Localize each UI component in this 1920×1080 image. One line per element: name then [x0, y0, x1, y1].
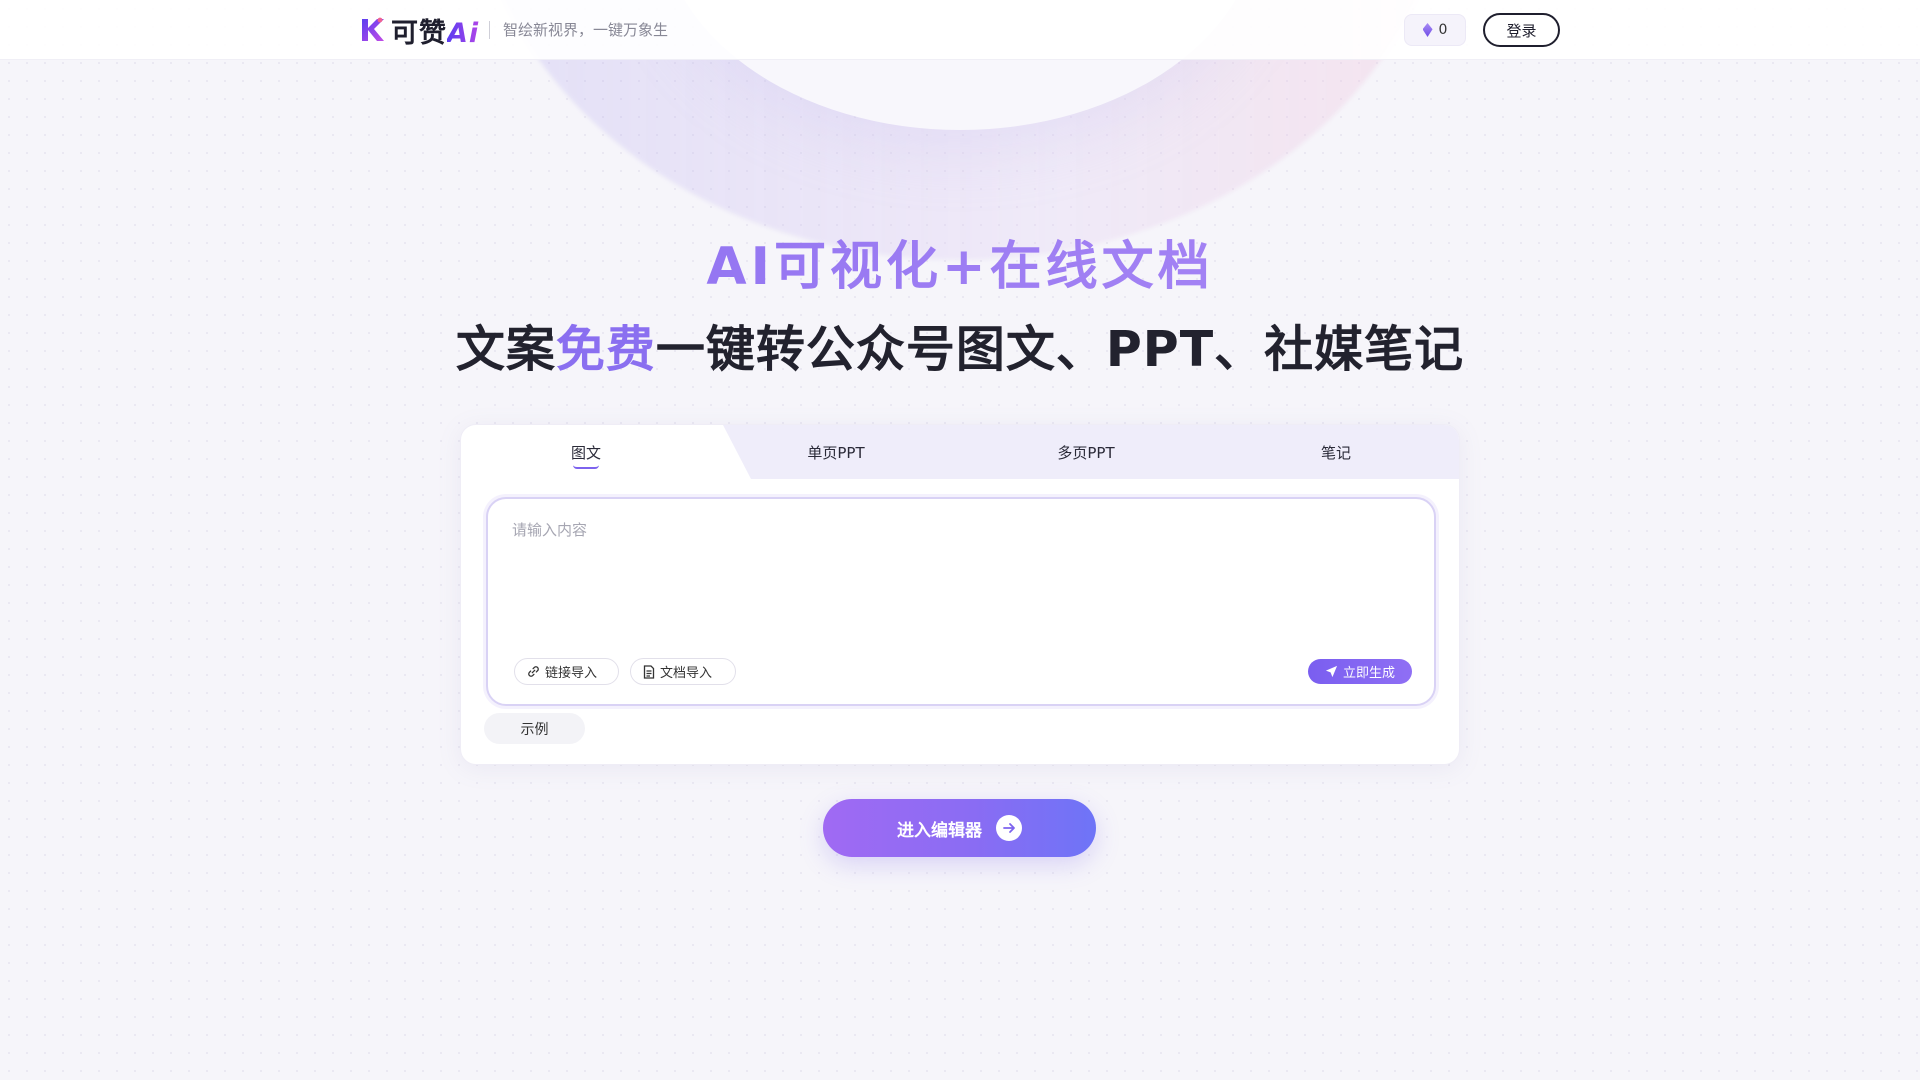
top-navigation-bar: 可赞Ai 智绘新视界，一键万象生 0 登录 [0, 0, 1920, 60]
tab-label: 笔记 [1320, 443, 1351, 462]
tab-notes[interactable]: 笔记 [1211, 425, 1459, 479]
logo[interactable]: 可赞Ai [359, 14, 479, 49]
arrow-right-icon [996, 815, 1022, 841]
link-icon [527, 665, 540, 678]
sub-prefix: 文案 [455, 321, 556, 378]
hero-subheadline: 文案免费一键转公众号图文、PPT、社媒笔记 [0, 310, 1920, 381]
document-import-button[interactable]: 文档导入 [630, 658, 736, 685]
generate-now-button[interactable]: 立即生成 [1308, 659, 1412, 684]
link-import-label: 链接导入 [545, 666, 598, 681]
diamond-icon [1422, 23, 1433, 37]
logo-ai-text: Ai [447, 17, 480, 49]
tab-image-text[interactable]: 图文 [461, 425, 711, 479]
generate-label: 立即生成 [1342, 666, 1395, 681]
send-icon [1325, 665, 1338, 678]
tab-single-page-ppt[interactable]: 单页PPT [711, 425, 961, 479]
tab-label: 多页PPT [1057, 443, 1115, 462]
link-import-button[interactable]: 链接导入 [514, 658, 619, 685]
generator-card: 图文 单页PPT 多页PPT 笔记 链接导入 [460, 424, 1460, 765]
enter-editor-button[interactable]: 进入编辑器 [823, 799, 1096, 857]
content-input[interactable] [512, 519, 1412, 639]
tab-multi-page-ppt[interactable]: 多页PPT [961, 425, 1211, 479]
logo-mark-icon [359, 16, 385, 44]
logo-text: 可赞Ai [391, 17, 480, 49]
slogan: 智绘新视界，一键万象生 [503, 21, 669, 39]
enter-editor-label: 进入编辑器 [897, 820, 982, 841]
tab-label: 图文 [570, 443, 601, 462]
document-import-label: 文档导入 [660, 666, 713, 681]
tab-label: 单页PPT [807, 443, 865, 462]
credits-value: 0 [1438, 22, 1448, 38]
logo-divider [489, 21, 490, 39]
sub-suffix: 一键转公众号图文、PPT、社媒笔记 [655, 321, 1465, 378]
login-button[interactable]: 登录 [1483, 13, 1560, 47]
hero-headline: AI可视化+在线文档 [0, 224, 1920, 299]
document-icon [643, 664, 655, 679]
mode-tabs: 图文 单页PPT 多页PPT 笔记 [461, 425, 1459, 479]
example-chip[interactable]: 示例 [484, 713, 585, 744]
content-input-box: 链接导入 文档导入 立即生成 [486, 497, 1436, 706]
active-tab-indicator [573, 465, 599, 469]
credits-badge[interactable]: 0 [1404, 14, 1466, 46]
sub-highlight: 免费 [555, 321, 656, 378]
